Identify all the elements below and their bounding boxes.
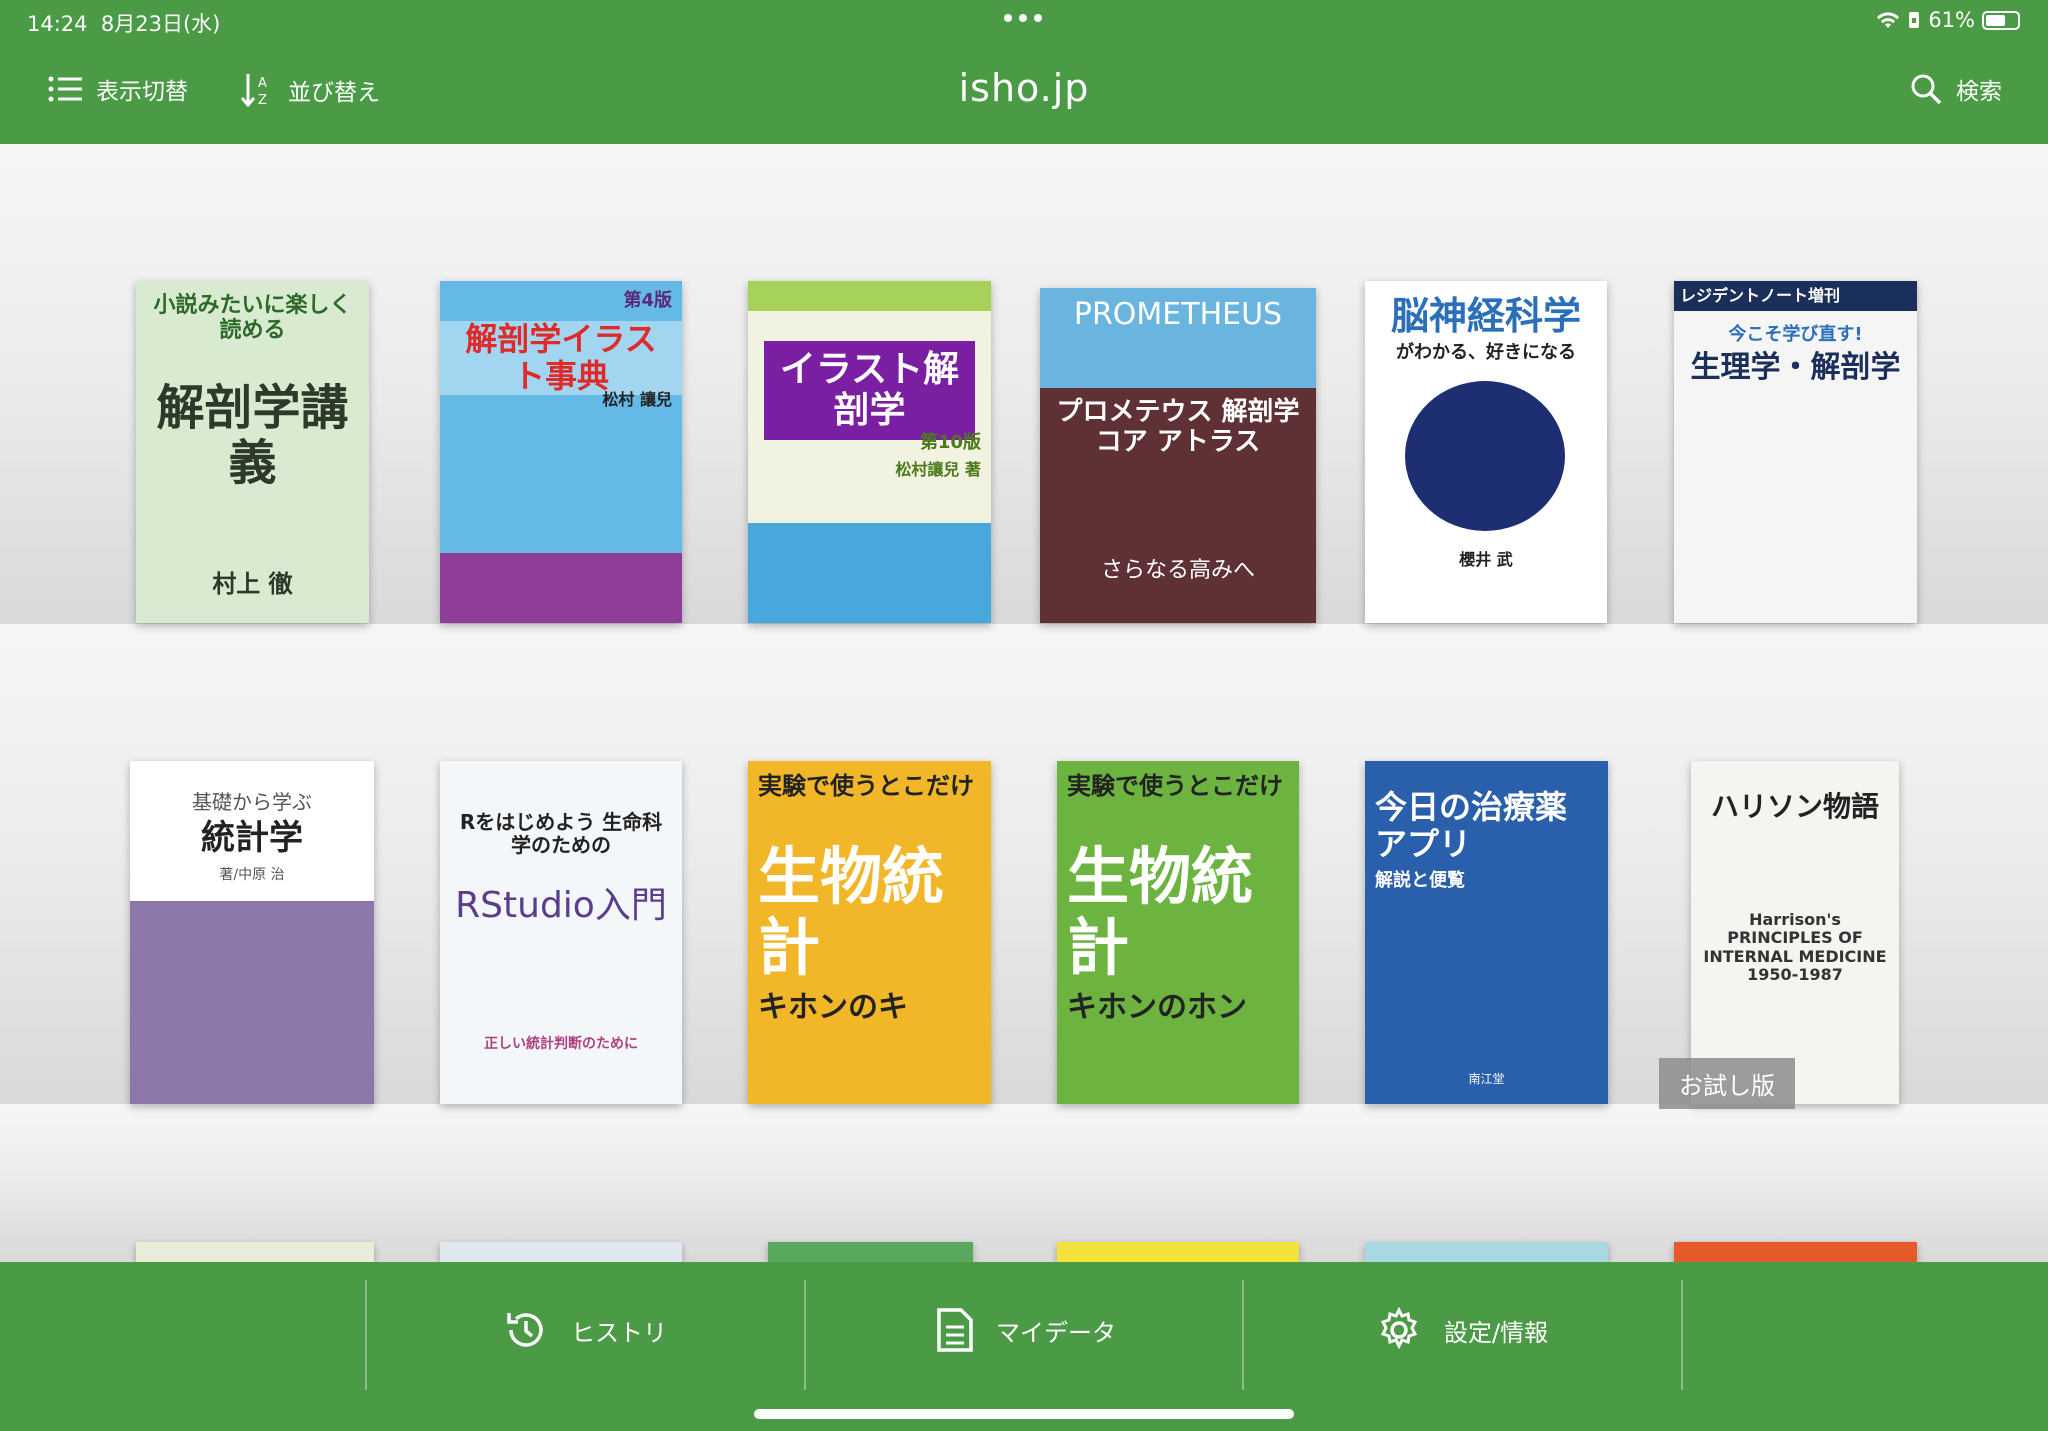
book-cover[interactable]: 実験で使うとこだけ 生物統計 キホンのキ (748, 761, 991, 1104)
book-cover-partial[interactable] (136, 1242, 374, 1262)
status-bar: 14:24 8月23日(水) 61% (0, 0, 2048, 42)
book-author: 松村讓兒 著 (895, 460, 981, 479)
book-cover-partial[interactable] (1365, 1242, 1608, 1262)
battery-percent: 61% (1928, 8, 1975, 32)
shelf-row-3 (0, 1104, 2048, 1262)
book-subtitle: プロメテウス 解剖学 コア アトラス (1056, 397, 1300, 457)
book-author: 著/中原 治 (219, 867, 285, 883)
book-author: キホンのキ (758, 990, 908, 1025)
multitask-dots-icon[interactable] (1004, 14, 1042, 22)
battery-icon (1982, 10, 2020, 30)
book-title: 生理学・解剖学 (1690, 350, 1901, 385)
home-indicator[interactable] (754, 1409, 1294, 1419)
book-cover-partial[interactable] (1674, 1242, 1917, 1262)
status-right: 61% (1876, 8, 2020, 32)
book-cover[interactable]: 第4版 解剖学イラスト事典 松村 讓兒 (440, 281, 682, 623)
book-author: キホンのホン (1067, 990, 1247, 1025)
book-cover-partial[interactable] (440, 1242, 682, 1262)
tab-settings[interactable]: 設定/情報 (1376, 1306, 1548, 1354)
book-cover-partial[interactable] (768, 1242, 973, 1262)
book-cover[interactable]: Rをはじめよう 生命科学のための RStudio入門 正しい統計判断のために (440, 761, 682, 1104)
tab-divider (365, 1280, 367, 1390)
book-cover[interactable]: 今日の治療薬アプリ 解説と便覧 南江堂 (1365, 761, 1608, 1104)
book-subtitle: Rをはじめよう 生命科学のための (459, 810, 663, 857)
book-subtitle: 小説みたいに楽しく読める (153, 293, 352, 344)
book-title: 解剖学イラスト事典 (440, 321, 682, 395)
book-title: イラスト解剖学 (764, 341, 975, 440)
book-title: 生物統計 (1067, 840, 1254, 985)
book-cover[interactable]: イラスト解剖学 第10版 松村讓兒 著 (748, 281, 991, 623)
book-cover[interactable]: ハリソン物語 Harrison's PRINCIPLES OF INTERNAL… (1691, 761, 1899, 1104)
tab-history-label: ヒストリ (571, 1318, 667, 1347)
book-title: ハリソン物語 (1710, 790, 1879, 823)
wifi-icon (1877, 12, 1900, 28)
book-title: 今日の治療薬アプリ (1375, 788, 1568, 863)
bookshelf: 小説みたいに楽しく読める 解剖学講義 村上 徹 第4版 解剖学イラスト事典 松村… (0, 144, 2048, 1262)
book-cover[interactable]: レジデントノート増刊 今こそ学び直す! 生理学・解剖学 (1674, 281, 1917, 623)
search-button[interactable]: 検索 (1910, 72, 2002, 106)
status-time: 14:24 8月23日(水) (27, 12, 221, 36)
book-subtitle: 第10版 (919, 432, 981, 453)
book-cover[interactable]: 実験で使うとこだけ 生物統計 キホンのホン (1057, 761, 1299, 1104)
tab-divider (1681, 1280, 1683, 1390)
book-subtitle: 今こそ学び直す! (1728, 324, 1863, 345)
book-cover-partial[interactable] (1057, 1242, 1299, 1262)
top-bar: 14:24 8月23日(水) 61% 表示切替 AZ 並び替え isho.jp … (0, 0, 2048, 144)
book-author: レジデントノート増刊 (1674, 281, 1917, 312)
book-cover[interactable]: 小説みたいに楽しく読める 解剖学講義 村上 徹 (136, 281, 369, 623)
book-cover[interactable]: 基礎から学ぶ 統計学 著/中原 治 (130, 761, 374, 1104)
gear-icon (1380, 1307, 1418, 1350)
bottom-tab-bar: ヒストリ マイデータ 設定/情報 (0, 1262, 2048, 1431)
book-author: 南江堂 (1468, 1072, 1505, 1086)
book-author: 櫻井 武 (1459, 550, 1513, 569)
book-subtitle: 第4版 (623, 290, 672, 311)
tab-divider (1242, 1280, 1244, 1390)
book-title: 解剖学講義 (156, 380, 349, 492)
document-icon (937, 1308, 973, 1352)
book-title: 統計学 (201, 818, 303, 858)
lock-rotation-icon (1909, 12, 1920, 28)
book-subtitle: 解説と便覧 (1375, 870, 1465, 891)
book-subtitle: 基礎から学ぶ (192, 790, 312, 814)
book-author: 村上 徹 (212, 570, 293, 598)
tab-mydata-label: マイデータ (996, 1318, 1116, 1347)
book-cover[interactable]: 脳神経科学 がわかる、好きになる 櫻井 武 (1365, 281, 1607, 623)
tab-settings-label: 設定/情報 (1444, 1318, 1549, 1347)
navigation-bar: 表示切替 AZ 並び替え isho.jp 検索 (0, 52, 2048, 132)
book-title: PROMETHEUS (1073, 297, 1283, 332)
book-title: 生物統計 (758, 840, 945, 985)
book-subtitle: 実験で使うとこだけ (758, 772, 974, 800)
book-cover[interactable]: PROMETHEUS プロメテウス 解剖学 コア アトラス さらなる高みへ (1040, 288, 1316, 623)
app-title: isho.jp (958, 66, 1090, 110)
search-label: 検索 (1956, 79, 2002, 105)
tab-history[interactable]: ヒストリ (503, 1306, 667, 1354)
history-clock-icon (507, 1313, 543, 1347)
trial-badge: お試し版 (1659, 1058, 1795, 1109)
search-icon (1911, 74, 1942, 105)
book-author: 松村 讓兒 (602, 390, 672, 409)
book-subtitle: Harrison's PRINCIPLES OF INTERNAL MEDICI… (1703, 910, 1887, 985)
book-title: 脳神経科学 (1390, 294, 1581, 338)
tab-mydata[interactable]: マイデータ (936, 1306, 1116, 1354)
book-subtitle: 実験で使うとこだけ (1067, 772, 1283, 800)
book-author: さらなる高みへ (1100, 558, 1255, 583)
book-author: 正しい統計判断のために (484, 1036, 638, 1052)
book-title: RStudio入門 (455, 885, 667, 926)
tab-divider (804, 1280, 806, 1390)
book-subtitle: がわかる、好きになる (1396, 342, 1576, 363)
